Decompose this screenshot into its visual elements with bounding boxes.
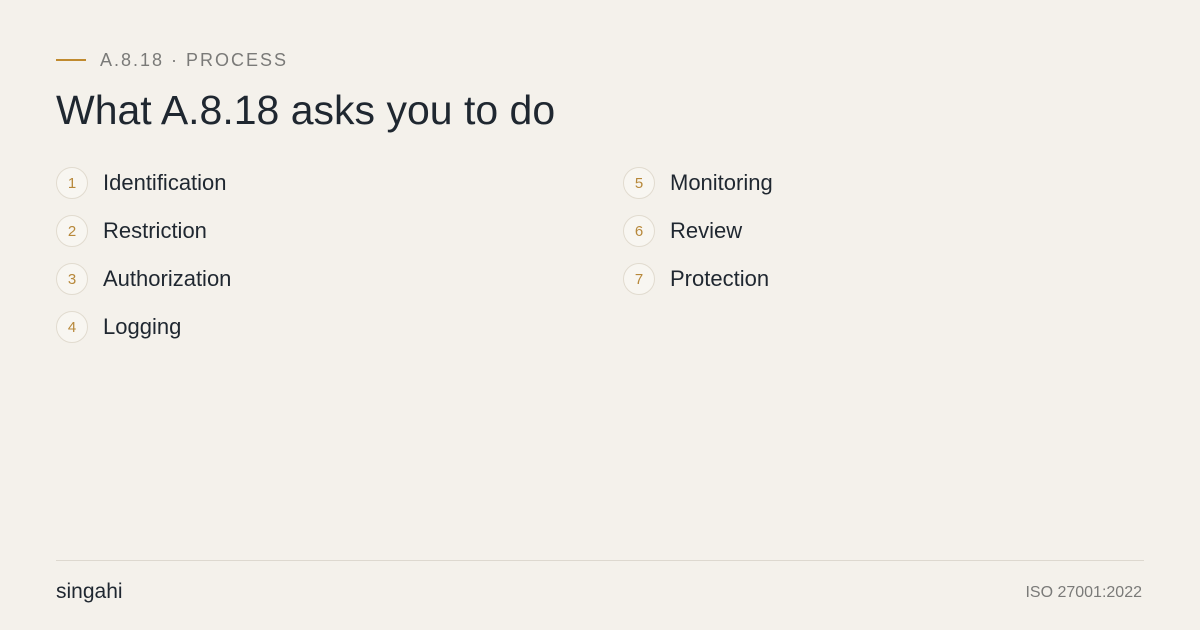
step-item: 1 Identification	[56, 165, 227, 201]
step-label: Protection	[670, 266, 770, 291]
eyebrow-text: A.8.18 · PROCESS	[100, 49, 289, 70]
brand-wordmark: singahi	[56, 580, 123, 603]
step-number-badge: 7	[623, 263, 655, 295]
page-title: What A.8.18 asks you to do	[56, 87, 556, 133]
step-item: 6 Review	[623, 213, 742, 249]
step-item: 4 Logging	[56, 309, 181, 345]
accent-rule	[56, 59, 86, 61]
step-label: Logging	[103, 314, 182, 339]
step-number-badge: 4	[56, 311, 88, 343]
step-number-badge: 2	[56, 215, 88, 247]
step-item: 3 Authorization	[56, 261, 231, 297]
step-item: 7 Protection	[623, 261, 769, 297]
step-item: 2 Restriction	[56, 213, 207, 249]
step-label: Authorization	[103, 266, 232, 291]
steps-list: 1 Identification 2 Restriction 3 Authori…	[56, 165, 1144, 365]
step-label: Monitoring	[670, 170, 773, 195]
step-number-badge: 6	[623, 215, 655, 247]
step-label: Restriction	[103, 218, 207, 243]
step-number-badge: 1	[56, 167, 88, 199]
step-item: 5 Monitoring	[623, 165, 773, 201]
footer-divider	[56, 560, 1144, 561]
standard-label: ISO 27001:2022	[1025, 584, 1142, 601]
step-number-badge: 3	[56, 263, 88, 295]
step-label: Identification	[103, 170, 227, 195]
eyebrow: A.8.18 · PROCESS	[56, 49, 288, 71]
step-label: Review	[670, 218, 743, 243]
step-number-badge: 5	[623, 167, 655, 199]
